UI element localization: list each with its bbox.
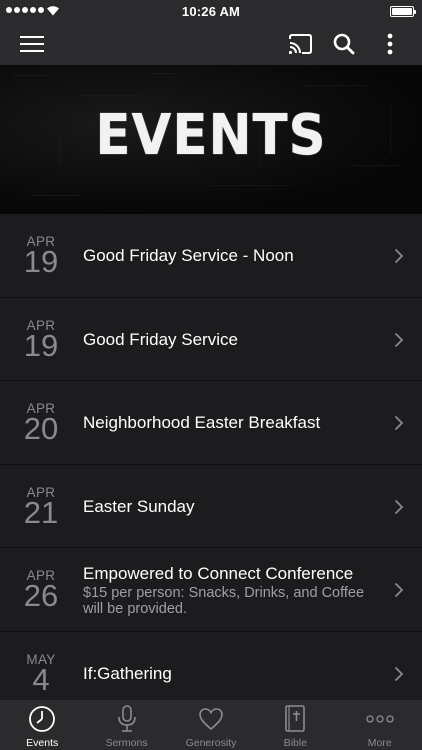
event-row[interactable]: APR 21 Easter Sunday [0,464,422,548]
chevron-right-icon [394,582,404,598]
tab-label: More [367,737,392,749]
event-title: Good Friday Service - Noon [83,246,294,265]
chevron-right-icon [394,332,404,347]
event-date: APR 26 [14,548,68,631]
status-time: 10:26 AM [181,4,241,19]
event-day: 20 [23,411,59,446]
tab-sermons[interactable]: Sermons [84,700,168,750]
bible-icon [285,705,306,732]
event-date: APR 21 [14,465,68,548]
event-day: 21 [23,494,59,530]
more-dots-icon [366,715,394,723]
tab-label: Events [26,737,59,749]
more-options-button[interactable] [372,22,408,65]
tab-events[interactable]: Events [0,700,84,750]
vertical-dots-icon [387,33,393,54]
event-title: If:Gathering [83,663,172,683]
menu-button[interactable] [12,22,52,65]
event-title: Neighborhood Easter Breakfast [83,413,321,432]
status-bar: 10:26 AM [0,0,422,22]
clock-icon [29,706,56,732]
event-date: APR 19 [14,298,68,381]
event-date: MAY 4 [14,632,68,701]
event-day: 26 [23,578,59,613]
chevron-right-icon [394,248,404,264]
tab-label: Bible [283,737,308,749]
event-day: 19 [23,327,59,363]
event-day: 4 [32,661,50,697]
event-title: Empowered to Connect Conference [83,564,354,583]
tab-label: Sermons [105,737,148,749]
event-title: Good Friday Service [83,329,238,349]
banner-title: EVENTS [95,103,327,168]
heart-icon [199,708,223,731]
tab-generosity[interactable]: Generosity [169,700,253,750]
event-date: APR 19 [14,214,68,297]
cast-icon [288,33,312,54]
event-title: Easter Sunday [83,496,195,516]
chevron-right-icon [394,499,404,514]
event-row[interactable]: APR 20 Neighborhood Easter Breakfast [0,381,422,465]
microphone-icon [117,705,136,732]
event-row[interactable]: MAY 4 If:Gathering [0,631,422,701]
tab-bible[interactable]: Bible [253,700,337,750]
event-day: 19 [23,244,59,279]
events-banner: EVENTS [0,65,422,214]
tab-more[interactable]: More [338,700,422,750]
app-bar [0,22,422,65]
search-button[interactable] [326,22,362,65]
chevron-right-icon [394,666,404,681]
cast-button[interactable] [282,22,318,65]
event-date: APR 20 [14,381,68,464]
search-icon [333,33,355,54]
event-row[interactable]: APR 19 Good Friday Service [0,297,422,381]
tab-bar: Events Sermons Generosity Bible More [0,700,422,750]
event-row[interactable]: APR 19 Good Friday Service - Noon [0,214,422,298]
battery-icon [390,6,416,17]
chevron-right-icon [394,415,404,431]
hamburger-menu-icon [20,35,44,52]
event-subtitle: $15 per person: Snacks, Drinks, and Coff… [83,585,365,617]
event-row[interactable]: APR 26 Empowered to Connect Conference $15 … [0,548,422,632]
events-list: APR 19 Good Friday Service - Noon APR 19 Good… [0,214,422,700]
tab-label: Generosity [185,737,237,749]
